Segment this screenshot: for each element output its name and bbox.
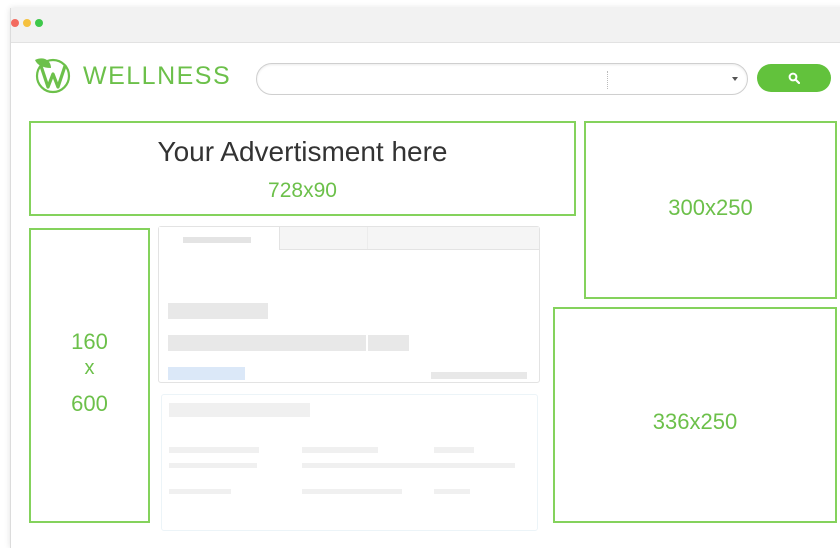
text-placeholder	[168, 335, 366, 351]
text-placeholder	[169, 447, 259, 453]
ad-size-label: 336x250	[652, 409, 738, 434]
brand-name: WELLNESS	[83, 62, 232, 90]
text-placeholder	[169, 463, 257, 468]
ad-size-label: 300x250	[668, 195, 753, 220]
text-placeholder	[431, 372, 527, 379]
text-placeholder	[169, 403, 310, 417]
search-button[interactable]	[757, 64, 831, 92]
tab-placeholder-active[interactable]	[159, 227, 280, 250]
browser-window: WELLNESS Your Advertisment here 728x90 3…	[10, 8, 840, 548]
leaf-w-logo-icon	[35, 58, 71, 94]
text-placeholder	[302, 447, 378, 453]
ad-size-label: 728x90	[268, 179, 337, 202]
ad-headline: Your Advertisment here	[157, 136, 448, 167]
medium-rectangle-ad-slot[interactable]: 300x250	[584, 121, 837, 299]
skyscraper-ad-slot[interactable]: 160 x 600	[29, 228, 150, 523]
text-placeholder	[169, 489, 231, 494]
tab-divider	[367, 227, 368, 249]
maximize-window-button[interactable]	[35, 19, 43, 27]
ad-height-label: 600	[71, 391, 108, 416]
text-placeholder	[302, 489, 402, 494]
window-titlebar	[11, 8, 840, 43]
large-rectangle-ad-slot[interactable]: 336x250	[553, 307, 837, 523]
ad-by-label: x	[84, 357, 95, 379]
text-placeholder	[434, 447, 474, 453]
text-placeholder	[168, 303, 268, 319]
close-window-button[interactable]	[11, 19, 19, 27]
content-placeholder-card-secondary	[161, 394, 538, 531]
dropdown-caret-icon[interactable]	[732, 77, 738, 81]
content-placeholder-card	[158, 226, 540, 383]
text-placeholder	[368, 335, 409, 351]
card-tab-strip	[159, 227, 539, 250]
text-placeholder	[434, 489, 470, 494]
search-divider	[607, 71, 608, 89]
search-icon	[788, 72, 800, 84]
minimize-window-button[interactable]	[23, 19, 31, 27]
leaderboard-ad-slot[interactable]: Your Advertisment here 728x90	[29, 121, 576, 216]
link-placeholder	[168, 367, 245, 380]
ad-width-label: 160	[71, 329, 108, 354]
search-input[interactable]	[256, 63, 748, 95]
text-placeholder	[302, 463, 515, 468]
